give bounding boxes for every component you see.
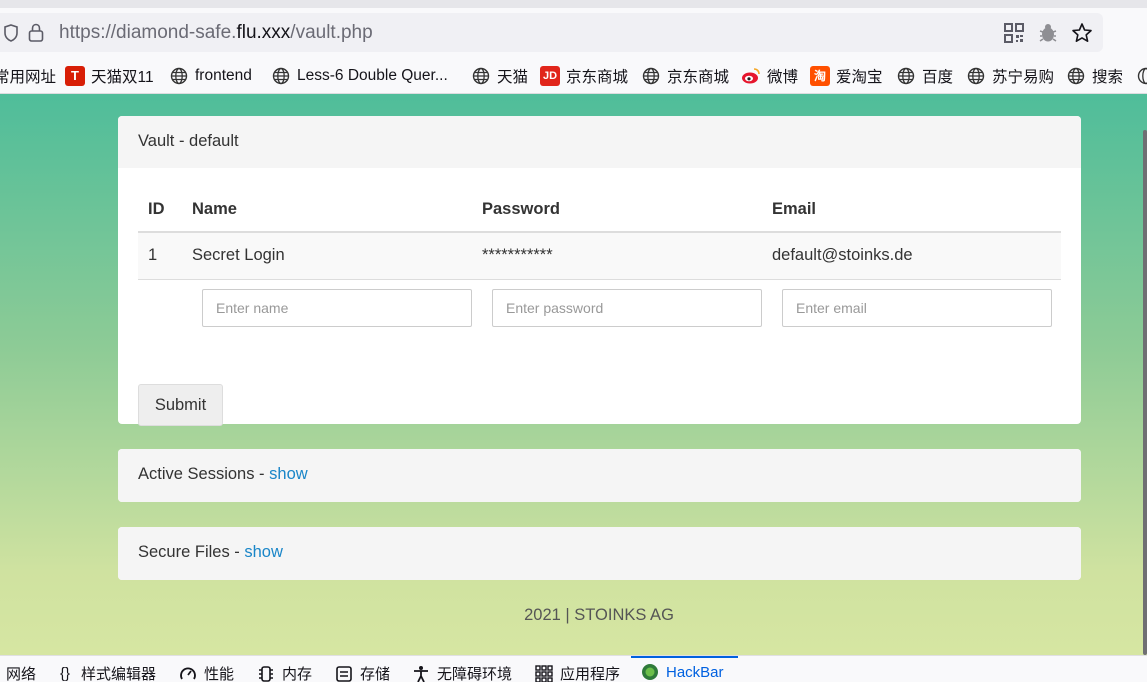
globe-icon: [471, 66, 491, 86]
bookmark-label: Less-6 Double Quer...: [297, 67, 448, 84]
table-header-row: ID Name Password Email: [138, 196, 1061, 233]
bookmark-label: 百度: [922, 69, 954, 86]
globe-icon: [169, 66, 189, 86]
active-sessions-panel: Active Sessions - show: [118, 449, 1081, 502]
tmall-icon: T: [65, 66, 85, 86]
bookmark-label: 苏宁易购: [992, 69, 1055, 86]
storage-icon: [335, 665, 353, 682]
globe-icon: [1136, 66, 1147, 86]
vault-table: ID Name Password Email 1 Secret Login **…: [138, 196, 1061, 280]
bookmark-item[interactable]: Less-6 Double Quer...: [271, 65, 448, 87]
bookmark-item[interactable]: 搜索: [1066, 65, 1123, 87]
bookmark-label: 爱淘宝: [836, 69, 883, 86]
globe-icon: [641, 66, 661, 86]
active-sessions-label: Active Sessions -: [138, 465, 270, 483]
table-row: 1 Secret Login *********** default@stoin…: [138, 232, 1061, 280]
cell-email: default@stoinks.de: [772, 232, 1061, 280]
gauge-icon: [179, 665, 197, 682]
secure-files-show-link[interactable]: show: [244, 543, 283, 561]
column-header-password: Password: [482, 196, 772, 233]
bookmark-label: 天猫双11: [91, 69, 154, 86]
bookmark-label: 京东商城: [667, 69, 730, 86]
bookmark-item[interactable]: 常用网址: [0, 65, 56, 87]
tab-label: 性能: [204, 666, 235, 682]
vault-panel: Vault - default ID Name Password Email 1…: [118, 116, 1081, 426]
bookmark-item[interactable]: JD 京东商城: [540, 65, 628, 87]
devtools-tab-network[interactable]: 网络: [6, 663, 36, 682]
bookmark-label: 微博: [767, 69, 799, 86]
active-tab-indicator: [631, 656, 738, 658]
bookmark-label: 常用网址: [0, 69, 57, 86]
devtools-tabbar: 网络 {} 样式编辑器 性能 内存 存储 无障碍环境 应用程序 HackBar: [0, 655, 1147, 682]
bookmark-item[interactable]: 淘爱淘宝: [810, 65, 883, 87]
bookmarks-toolbar: 常用网址 T 天猫双11 frontend Less-6 Double Quer.…: [0, 56, 1147, 94]
bookmark-label: 搜索: [1092, 69, 1124, 86]
globe-icon: [966, 66, 986, 86]
globe-icon: [896, 66, 916, 86]
weibo-icon: [741, 66, 761, 86]
secure-files-title: Secure Files - show: [118, 527, 1081, 580]
memory-chip-icon: [257, 665, 275, 682]
tab-label: 无障碍环境: [437, 666, 513, 682]
column-header-email: Email: [772, 196, 1061, 233]
shield-icon[interactable]: [4, 24, 18, 42]
active-sessions-title: Active Sessions - show: [118, 449, 1081, 502]
bookmark-star-icon[interactable]: [1071, 22, 1093, 44]
braces-icon: {}: [59, 665, 71, 682]
bookmark-item[interactable]: 微博: [741, 65, 798, 87]
active-sessions-show-link[interactable]: show: [269, 465, 308, 483]
column-header-id: ID: [138, 196, 192, 233]
cell-id: 1: [138, 232, 192, 280]
vault-panel-title: Vault - default: [118, 116, 1081, 168]
devtools-tab-style-editor[interactable]: {} 样式编辑器: [56, 663, 156, 682]
secure-files-label: Secure Files -: [138, 543, 245, 561]
devtools-tab-memory[interactable]: 内存: [257, 663, 312, 682]
globe-icon: [271, 66, 291, 86]
devtools-tab-application[interactable]: 应用程序: [535, 663, 620, 682]
tab-label: 应用程序: [560, 666, 621, 682]
bookmark-label: 京东商城: [566, 69, 629, 86]
extension-bug-icon[interactable]: [1037, 22, 1059, 44]
page-footer: 2021 | STOINKS AG: [524, 606, 674, 624]
devtools-tab-storage[interactable]: 存储: [335, 663, 390, 682]
password-input[interactable]: [492, 289, 762, 327]
email-input[interactable]: [782, 289, 1052, 327]
bookmark-item-overflow[interactable]: [1136, 65, 1147, 87]
bookmark-label: frontend: [195, 67, 252, 84]
apps-grid-icon: [535, 664, 553, 682]
qr-code-icon[interactable]: [1003, 22, 1025, 44]
devtools-tab-accessibility[interactable]: 无障碍环境: [412, 663, 512, 682]
devtools-tab-hackbar[interactable]: HackBar: [641, 663, 724, 681]
hackbar-icon: [641, 663, 659, 681]
tab-label: HackBar: [666, 663, 724, 681]
bookmark-item[interactable]: T 天猫双11: [65, 65, 154, 87]
lock-icon[interactable]: [28, 23, 44, 43]
cell-name: Secret Login: [192, 232, 482, 280]
bookmark-label: 天猫: [497, 69, 529, 86]
tab-label: 网络: [6, 666, 37, 682]
secure-files-panel: Secure Files - show: [118, 527, 1081, 580]
taobao-icon: 淘: [810, 66, 830, 86]
devtools-tab-performance[interactable]: 性能: [179, 663, 234, 682]
bookmark-item[interactable]: 苏宁易购: [966, 65, 1054, 87]
bookmark-item[interactable]: 天猫: [471, 65, 528, 87]
url-bar[interactable]: https://diamond-safe.flu.xxx/vault.php: [0, 13, 1103, 52]
column-header-name: Name: [192, 196, 482, 233]
name-input[interactable]: [202, 289, 472, 327]
browser-toolbar: https://diamond-safe.flu.xxx/vault.php: [0, 0, 1147, 56]
url-text[interactable]: https://diamond-safe.flu.xxx/vault.php: [59, 22, 373, 44]
tab-label: 内存: [282, 666, 313, 682]
page-content: Vault - default ID Name Password Email 1…: [0, 94, 1147, 655]
jd-icon: JD: [540, 66, 560, 86]
bookmark-item[interactable]: frontend: [169, 65, 252, 87]
tab-label: 存储: [360, 666, 391, 682]
bookmark-item[interactable]: 百度: [896, 65, 953, 87]
bookmark-item[interactable]: 京东商城: [641, 65, 729, 87]
accessibility-icon: [412, 665, 430, 682]
tab-label: 样式编辑器: [81, 666, 157, 682]
globe-icon: [1066, 66, 1086, 86]
submit-button[interactable]: Submit: [138, 384, 223, 426]
scrollbar[interactable]: [1143, 130, 1147, 655]
cell-password: ***********: [482, 232, 772, 280]
